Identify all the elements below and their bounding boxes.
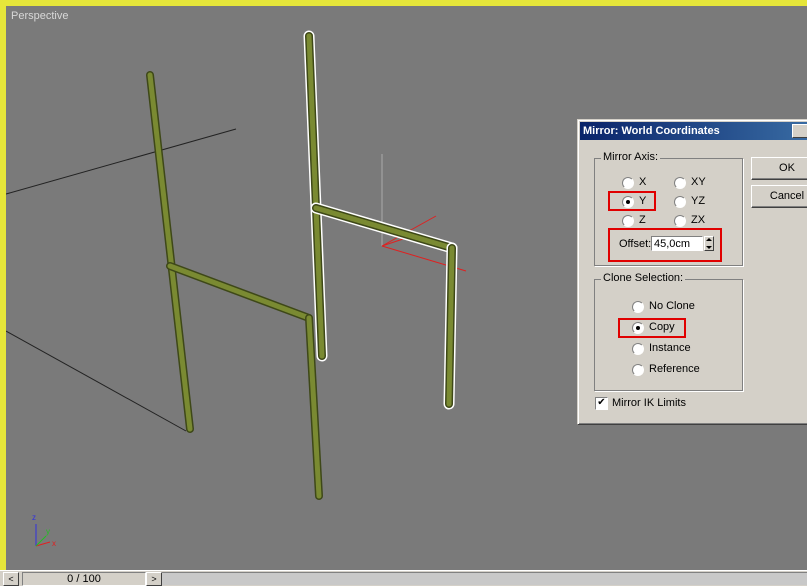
- close-icon[interactable]: [792, 124, 807, 138]
- mirror-ik-checkbox[interactable]: ✔: [595, 397, 608, 410]
- highlight-offset: [608, 228, 722, 262]
- cancel-button[interactable]: Cancel: [751, 185, 807, 208]
- time-slider[interactable]: 0 / 100: [22, 572, 146, 586]
- highlight-copy: [618, 318, 686, 338]
- grid-line: [6, 128, 237, 195]
- pipe-frame-selected: [303, 30, 458, 410]
- mirror-ik-label: Mirror IK Limits: [612, 397, 686, 409]
- pipe-frame-left: [146, 71, 323, 500]
- dialog-title: Mirror: World Coordinates: [583, 125, 720, 137]
- clone-selection-label: Clone Selection:: [601, 272, 686, 284]
- prev-frame-button[interactable]: <: [3, 572, 19, 586]
- highlight-axis-y: [608, 191, 656, 211]
- next-frame-button[interactable]: >: [146, 572, 162, 586]
- time-slider-bar: < 0 / 100 >: [0, 570, 807, 586]
- axis-y-label: y: [46, 527, 50, 536]
- grid-line: [6, 330, 187, 432]
- mirror-dialog: Mirror: World Coordinates OK Cancel Mirr…: [577, 119, 807, 425]
- axis-z-label: z: [32, 513, 36, 522]
- mirror-axis-label: Mirror Axis:: [601, 151, 660, 163]
- viewport-label[interactable]: Perspective: [11, 10, 68, 22]
- track-bar[interactable]: [162, 572, 807, 585]
- dialog-titlebar[interactable]: Mirror: World Coordinates: [580, 122, 807, 140]
- axis-x-label: x: [52, 539, 56, 548]
- corner-axis-gizmo: z x y: [32, 513, 56, 548]
- ok-button[interactable]: OK: [751, 157, 807, 180]
